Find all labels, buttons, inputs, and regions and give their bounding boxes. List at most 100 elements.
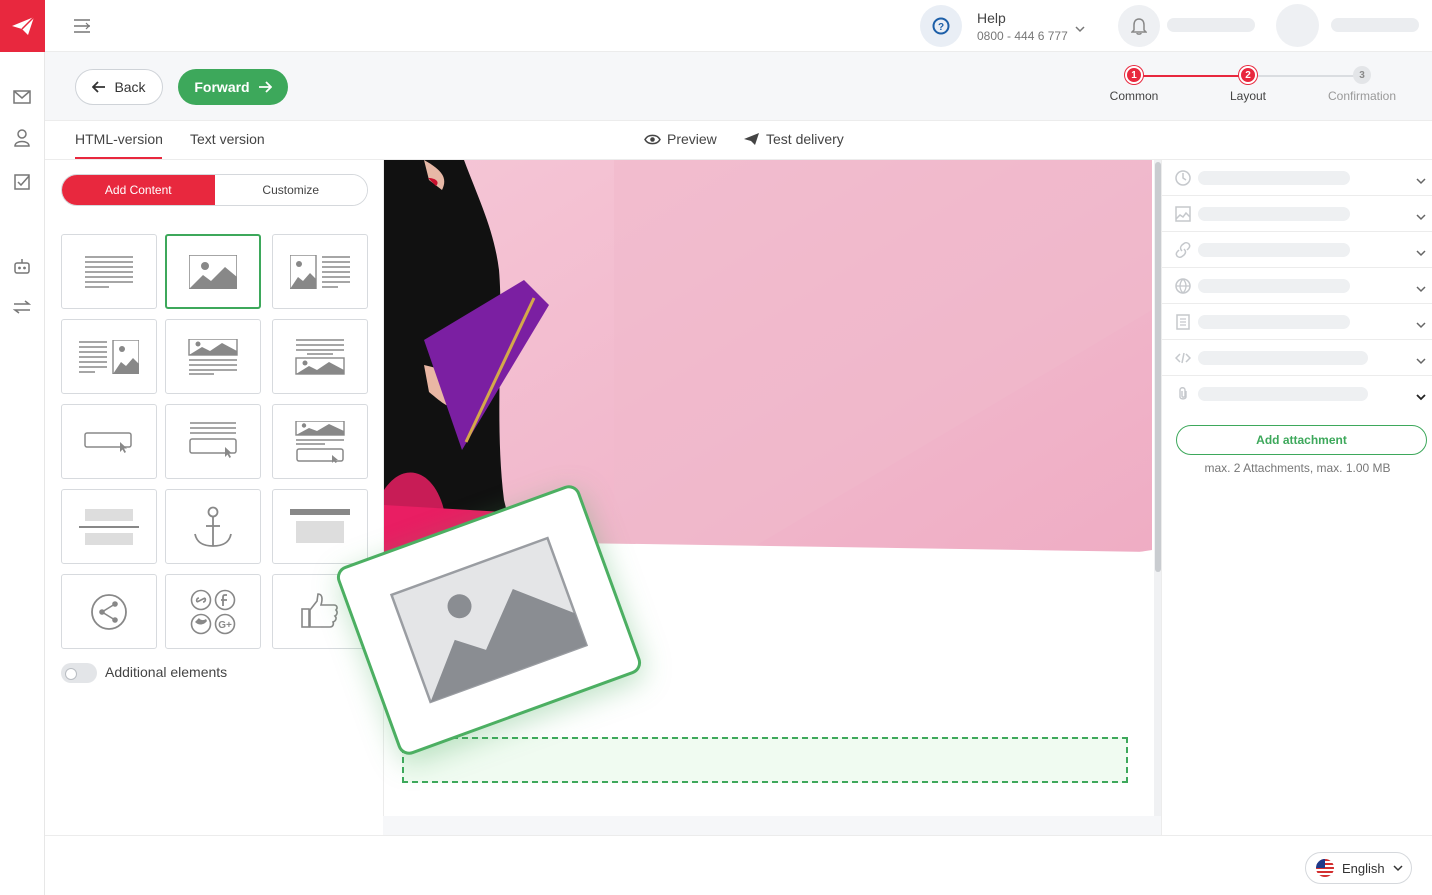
add-content-tab[interactable]: Add Content [62,175,215,205]
social-links-block[interactable]: G+ [165,574,261,649]
accordion-web[interactable] [1162,268,1432,304]
thumbs-up-icon [301,592,338,628]
transfer-icon[interactable] [11,296,33,318]
step-2-label: Layout [1229,89,1267,103]
image-block[interactable] [165,234,261,309]
image-with-text-icon [290,254,350,289]
image-text-button-block[interactable] [272,404,368,479]
menu-toggle-icon[interactable] [73,17,91,40]
social-icons-icon: G+ [190,589,236,634]
robot-icon[interactable] [11,255,33,277]
drop-zone[interactable] [402,737,1128,783]
image-text-button-icon [295,420,345,463]
accordion-placeholder [1198,207,1350,221]
accordion-attachments[interactable] [1162,376,1432,412]
additional-elements-label: Additional elements [105,664,228,680]
step-3-label: Confirmation [1327,89,1397,103]
us-flag-icon [1316,859,1334,877]
step-2-dot[interactable]: 2 [1239,66,1257,84]
text-block[interactable] [61,234,157,309]
chevron-down-icon[interactable] [1075,20,1085,38]
header-icon [290,508,350,543]
paper-plane-logo-icon [11,16,35,35]
app-logo[interactable] [0,0,45,52]
settings-panel: Add attachment max. 2 Attachments, max. … [1161,160,1432,835]
accordion-code[interactable] [1162,340,1432,376]
help-icon[interactable]: ? [920,5,962,47]
accordion-placeholder [1198,171,1350,185]
clock-icon [1174,169,1192,187]
step-3-dot[interactable]: 3 [1353,66,1371,84]
tasks-icon[interactable] [11,171,33,193]
back-button[interactable]: Back [75,69,163,105]
caption-image-block[interactable] [272,319,368,394]
add-attachment-button[interactable]: Add attachment [1176,425,1427,455]
language-selector[interactable]: English [1305,852,1412,884]
link-icon [1174,241,1192,259]
customize-tab[interactable]: Customize [214,175,367,205]
user-name-placeholder [1331,18,1419,32]
anchor-block[interactable] [165,489,261,564]
chevron-down-icon [1393,865,1403,872]
button-icon [84,431,132,453]
header-block[interactable] [272,489,368,564]
code-icon [1174,349,1192,367]
image-icon [1174,205,1192,223]
image-icon [189,254,237,289]
document-icon [1174,313,1192,331]
accordion-placeholder [1198,387,1368,401]
share-icon [91,593,127,630]
notification-placeholder [1167,18,1255,32]
tab-html-version[interactable]: HTML-version [75,131,163,147]
mail-icon[interactable] [11,86,33,108]
forward-button-label: Forward [194,79,250,95]
arrow-right-icon [258,81,272,93]
arrow-left-icon [92,81,106,93]
accordion-links[interactable] [1162,232,1432,268]
text-lines-icon [85,255,133,288]
preview-label: Preview [667,131,717,147]
chevron-down-icon [1416,208,1426,226]
text-button-block[interactable] [165,404,261,479]
text-image-block[interactable] [61,319,157,394]
svg-text:?: ? [938,22,944,33]
step-connector-done [1133,75,1248,77]
top-bar: ? Help 0800 - 444 6 777 [45,0,1432,52]
anchor-icon [194,506,232,547]
text-with-image-icon [79,339,139,374]
accordion-images[interactable] [1162,196,1432,232]
chevron-down-icon [1416,244,1426,262]
chevron-down-icon [1416,352,1426,370]
image-caption-block[interactable] [165,319,261,394]
additional-elements-toggle[interactable] [61,663,97,683]
svg-text:G+: G+ [218,620,232,631]
tab-text-version[interactable]: Text version [190,131,265,147]
chevron-down-icon [1416,280,1426,298]
back-button-label: Back [114,79,146,95]
step-1-label: Common [1109,89,1159,103]
chevron-down-icon [1416,316,1426,334]
bell-icon[interactable] [1118,5,1160,47]
help-phone: 0800 - 444 6 777 [977,29,1068,43]
preview-button[interactable]: Preview [644,131,717,147]
step-1-dot[interactable]: 1 [1125,66,1143,84]
test-delivery-button[interactable]: Test delivery [743,131,844,147]
accordion-placeholder [1198,243,1350,257]
accordion-schedule[interactable] [1162,160,1432,196]
contacts-icon[interactable] [11,127,33,149]
language-label: English [1342,860,1385,876]
send-icon [744,133,759,145]
chevron-down-icon [1416,172,1426,190]
forward-button[interactable]: Forward [178,69,288,105]
help-title[interactable]: Help [977,10,1006,26]
button-block[interactable] [61,404,157,479]
accordion-document[interactable] [1162,304,1432,340]
share-block[interactable] [61,574,157,649]
globe-icon [1174,277,1192,295]
avatar[interactable] [1276,4,1319,47]
divider-block[interactable] [61,489,157,564]
tab-active-indicator [75,157,162,159]
content-blocks-panel: Add Content Customize G+ Additional elem… [45,160,383,835]
image-placeholder-icon [389,536,589,704]
image-text-block[interactable] [272,234,368,309]
